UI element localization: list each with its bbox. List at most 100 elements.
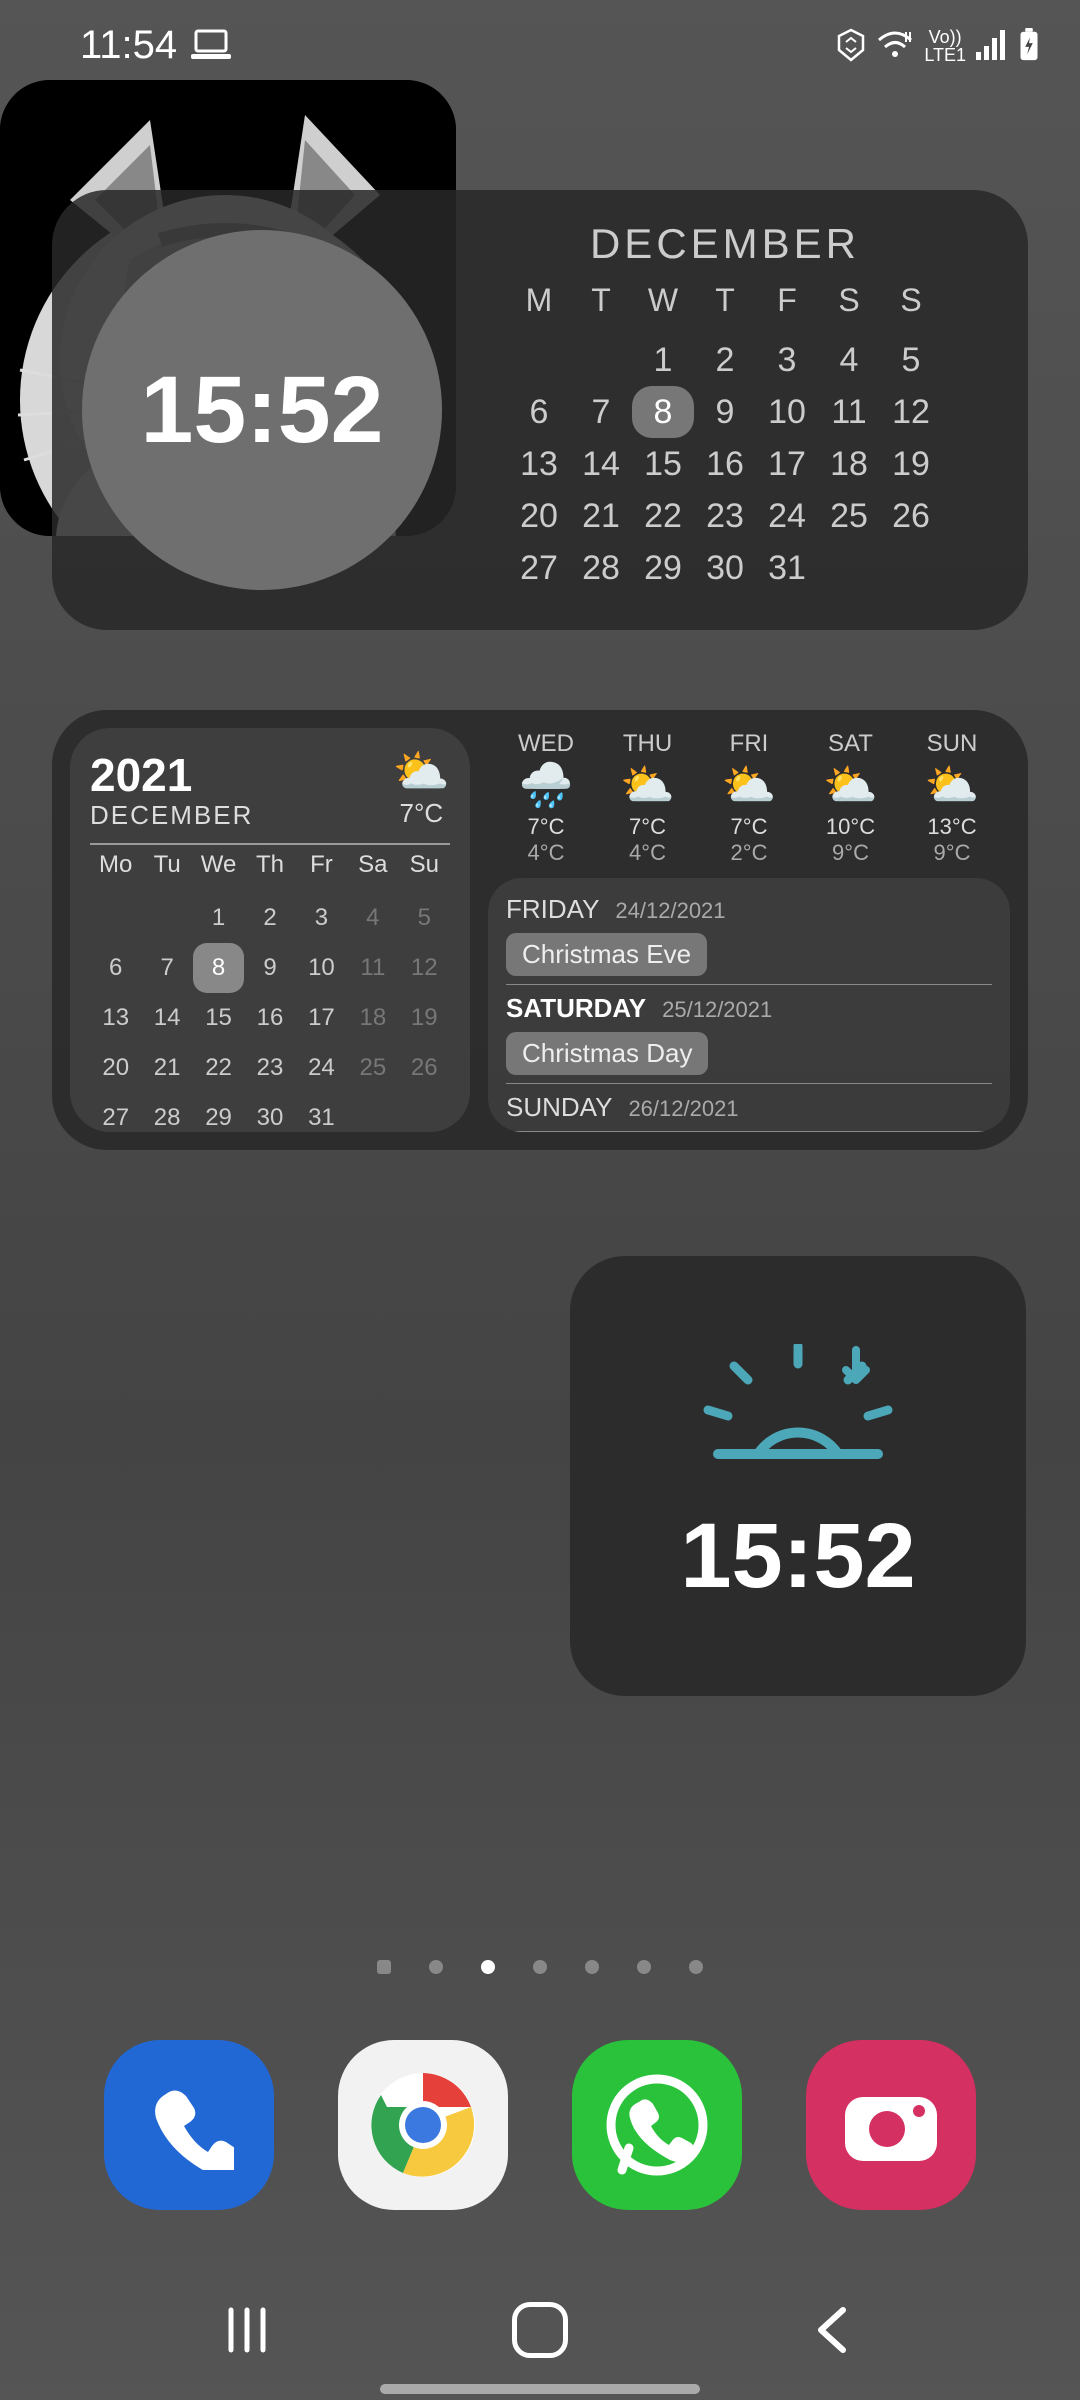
calendar-day[interactable]: 3 <box>756 334 818 386</box>
mini-day[interactable]: 10 <box>296 943 347 993</box>
mini-day[interactable]: 11 <box>347 943 398 993</box>
mini-day[interactable]: 14 <box>141 993 192 1043</box>
widget-calendar-weather[interactable]: 2021 DECEMBER ⛅ 7°C MoTuWeThFrSaSu123456… <box>52 710 1028 1150</box>
mini-day[interactable]: 28 <box>141 1093 192 1143</box>
mini-day[interactable]: 13 <box>90 993 141 1043</box>
calendar-day[interactable]: 31 <box>756 542 818 594</box>
mini-day[interactable]: 1 <box>193 893 244 943</box>
page-dot[interactable] <box>481 1960 495 1974</box>
mini-day[interactable]: 27 <box>90 1093 141 1143</box>
nav-home[interactable] <box>512 2302 568 2358</box>
calendar-day[interactable]: 15 <box>632 438 694 490</box>
calendar-day[interactable]: 9 <box>694 386 756 438</box>
forecast-hi: 7°C <box>598 814 698 840</box>
app-whatsapp[interactable] <box>572 2040 742 2210</box>
calendar-day[interactable]: 2 <box>694 334 756 386</box>
widget-clock-calendar[interactable]: 15:52 DECEMBER MTWTFSS123456789101112131… <box>52 190 1028 630</box>
mini-day[interactable] <box>399 1093 450 1143</box>
calendar-day[interactable]: 28 <box>570 542 632 594</box>
gesture-handle[interactable] <box>380 2384 700 2394</box>
page-dot[interactable] <box>377 1960 391 1974</box>
events-list[interactable]: FRIDAY24/12/2021Christmas EveSATURDAY25/… <box>488 878 1010 1132</box>
calendar-day[interactable]: 22 <box>632 490 694 542</box>
calendar-day[interactable]: 21 <box>570 490 632 542</box>
event-row[interactable]: SATURDAY25/12/2021Christmas Day <box>506 985 992 1084</box>
calendar-day[interactable]: 26 <box>880 490 942 542</box>
widget-sunset-clock[interactable]: 15:52 <box>570 1256 1026 1696</box>
mini-day[interactable] <box>141 893 192 943</box>
calendar-day[interactable]: 10 <box>756 386 818 438</box>
mini-day[interactable]: 2 <box>244 893 295 943</box>
forecast-day: THU⛅7°C4°C <box>598 730 698 866</box>
page-dot[interactable] <box>637 1960 651 1974</box>
mini-day[interactable]: 23 <box>244 1043 295 1093</box>
mini-day[interactable]: 25 <box>347 1043 398 1093</box>
calendar-day[interactable]: 24 <box>756 490 818 542</box>
dock <box>0 2040 1080 2210</box>
calendar-day[interactable]: 18 <box>818 438 880 490</box>
mini-day[interactable]: 5 <box>399 893 450 943</box>
calendar-day[interactable]: 5 <box>880 334 942 386</box>
mini-day[interactable]: 24 <box>296 1043 347 1093</box>
app-chrome[interactable] <box>338 2040 508 2210</box>
calendar-day[interactable]: 14 <box>570 438 632 490</box>
mini-day[interactable]: 20 <box>90 1043 141 1093</box>
calendar-day[interactable] <box>880 542 942 594</box>
mini-day[interactable]: 31 <box>296 1093 347 1143</box>
calendar-day[interactable] <box>818 542 880 594</box>
calendar-day[interactable]: 8 <box>632 386 694 438</box>
calendar-day[interactable]: 1 <box>632 334 694 386</box>
mini-day[interactable]: 6 <box>90 943 141 993</box>
mini-day[interactable]: 15 <box>193 993 244 1043</box>
mini-day[interactable]: 30 <box>244 1093 295 1143</box>
app-camera[interactable] <box>806 2040 976 2210</box>
calendar-dow: T <box>694 282 756 334</box>
calendar-day[interactable]: 27 <box>508 542 570 594</box>
calendar-day[interactable]: 4 <box>818 334 880 386</box>
calendar-day[interactable]: 12 <box>880 386 942 438</box>
mini-day[interactable]: 4 <box>347 893 398 943</box>
event-row[interactable]: SUNDAY26/12/2021 <box>506 1084 992 1132</box>
calendar-day[interactable]: 6 <box>508 386 570 438</box>
calendar-day[interactable]: 20 <box>508 490 570 542</box>
event-row[interactable]: FRIDAY24/12/2021Christmas Eve <box>506 892 992 985</box>
mini-day[interactable]: 21 <box>141 1043 192 1093</box>
page-dot[interactable] <box>533 1960 547 1974</box>
calendar-day[interactable]: 30 <box>694 542 756 594</box>
forecast-label: THU <box>598 730 698 758</box>
calendar-day[interactable]: 29 <box>632 542 694 594</box>
calendar-day[interactable]: 16 <box>694 438 756 490</box>
mini-day[interactable]: 26 <box>399 1043 450 1093</box>
calendar-day[interactable]: 19 <box>880 438 942 490</box>
mini-day[interactable]: 7 <box>141 943 192 993</box>
page-dot[interactable] <box>429 1960 443 1974</box>
app-phone[interactable] <box>104 2040 274 2210</box>
mini-day[interactable]: 12 <box>399 943 450 993</box>
mini-day[interactable]: 19 <box>399 993 450 1043</box>
nav-back[interactable] <box>805 2302 861 2358</box>
calendar-day[interactable] <box>570 334 632 386</box>
forecast-hi: 10°C <box>801 814 901 840</box>
mini-day[interactable]: 18 <box>347 993 398 1043</box>
mini-day[interactable]: 3 <box>296 893 347 943</box>
mini-day[interactable]: 9 <box>244 943 295 993</box>
mini-day[interactable]: 17 <box>296 993 347 1043</box>
calendar-day[interactable]: 7 <box>570 386 632 438</box>
calendar-day[interactable]: 23 <box>694 490 756 542</box>
mini-day[interactable]: 29 <box>193 1093 244 1143</box>
calendar-day[interactable]: 11 <box>818 386 880 438</box>
mini-day[interactable] <box>347 1093 398 1143</box>
calendar-day[interactable]: 17 <box>756 438 818 490</box>
mini-day[interactable]: 16 <box>244 993 295 1043</box>
calendar-day[interactable]: 13 <box>508 438 570 490</box>
page-dot[interactable] <box>689 1960 703 1974</box>
calendar-day[interactable] <box>508 334 570 386</box>
page-dot[interactable] <box>585 1960 599 1974</box>
mini-day[interactable]: 22 <box>193 1043 244 1093</box>
nav-recents[interactable] <box>219 2302 275 2358</box>
calendar-day[interactable]: 25 <box>818 490 880 542</box>
calendar-dow: S <box>818 282 880 334</box>
mini-day[interactable] <box>90 893 141 943</box>
mini-day[interactable]: 8 <box>193 943 244 993</box>
page-indicator[interactable] <box>0 1960 1080 1974</box>
